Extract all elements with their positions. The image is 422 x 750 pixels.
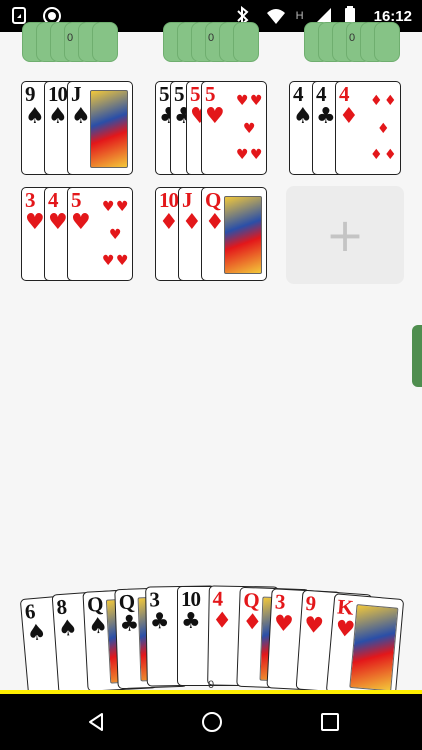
card-suit-icon: ♠ — [25, 620, 48, 647]
opponent-hand-1: 0 — [22, 22, 118, 62]
player-hand: 6♠♠♠♠♠♠8♠♠♠♠♠♠Q♠Q♣3♣♣♣♣♣♣10♣♣♣♣♣♣4♦♦♦♦♦♦… — [0, 585, 422, 699]
card-suit-icon: ♣ — [181, 609, 201, 634]
card-pip-icon: ♥ — [109, 227, 122, 243]
card-rank: 4 — [48, 188, 58, 212]
meld-2[interactable]: 5♣♣♣♣♣♣5♣♣♣♣♣♣5♥♥♥♥♥♥5♥♥♥♥♥♥ — [155, 81, 267, 175]
card-rank: Q — [205, 188, 221, 212]
plus-icon: + — [325, 208, 365, 262]
card-pip-icon: ♥ — [243, 121, 256, 137]
opponent-card-count: 0 — [348, 32, 356, 44]
card-suit-icon: ♥ — [71, 210, 91, 235]
opponent-card-count: 0 — [66, 32, 74, 44]
card-rank: J — [71, 82, 81, 106]
wifi-icon — [266, 6, 286, 26]
card-pip-icon: ♥ — [236, 147, 249, 163]
playing-card[interactable]: J ♠ — [67, 81, 133, 175]
side-drawer-handle[interactable] — [412, 325, 422, 387]
back-button[interactable] — [82, 708, 110, 736]
meld-5[interactable]: 10♦♦♦♦♦♦J♦♦♦♦♦♦Q♦ — [155, 187, 267, 281]
card-suit-icon: ♦ — [205, 210, 225, 235]
card-suit-icon: ♠ — [87, 613, 109, 640]
card-rank: 3 — [25, 188, 35, 212]
card-rank: 5 — [159, 82, 169, 106]
card-rank: 4 — [212, 586, 223, 611]
card-pip-icon: ♥ — [250, 93, 263, 109]
playing-card[interactable]: 5♥♥♥♥♥♥ — [67, 187, 133, 281]
card-suit-icon: ♦ — [159, 210, 179, 235]
card-suit-icon: ♦ — [339, 104, 359, 129]
add-meld-button[interactable]: + — [286, 186, 404, 284]
card-suit-icon: ♥ — [303, 612, 325, 640]
card-pip-icon: ♦ — [370, 93, 383, 109]
card-suit-icon: ♥ — [48, 210, 68, 235]
card-rank: 4 — [293, 82, 303, 106]
card-pip-icon: ♥ — [116, 199, 129, 215]
card-rank: 9 — [25, 82, 35, 106]
card-rank: Q — [242, 587, 260, 613]
card-suit-icon: ♣ — [149, 609, 170, 635]
navigation-bar — [0, 694, 422, 750]
card-rank: 3 — [149, 587, 160, 612]
card-rank: 9 — [304, 590, 316, 616]
face-card-portrait — [224, 196, 262, 274]
card-pip-icon: ♦ — [370, 147, 383, 163]
card-rank: 5 — [174, 82, 184, 106]
card-suit-icon: ♠ — [57, 615, 79, 643]
card-pip-icon: ♦ — [377, 121, 390, 137]
card-pip-icon: ♥ — [102, 199, 115, 215]
card-suit-icon: ♠ — [71, 104, 91, 129]
card-rank: J — [182, 188, 192, 212]
h-signal-icon: H — [295, 10, 304, 22]
opponent-card-count: 0 — [207, 32, 215, 44]
card-rank: 10 — [159, 188, 179, 212]
card-rank: Q — [118, 589, 135, 615]
face-card-portrait — [90, 90, 128, 168]
card-pip-icon: ♥ — [250, 147, 263, 163]
card-rank: 5 — [205, 82, 215, 106]
card-pip-icon: ♥ — [236, 93, 249, 109]
playing-card[interactable]: 5♥♥♥♥♥♥ — [201, 81, 267, 175]
card-rank: 4 — [316, 82, 326, 106]
card-suit-icon: ♦ — [182, 210, 202, 235]
card-rank: 6 — [23, 599, 36, 624]
card-pip-icon: ♦ — [384, 93, 397, 109]
recents-button[interactable] — [316, 708, 344, 736]
card-suit-icon: ♣ — [119, 611, 140, 638]
card-pip-icon: ♥ — [116, 253, 129, 269]
card-rank: 5 — [71, 188, 81, 212]
card-suit-icon: ♣ — [316, 104, 336, 129]
home-button[interactable] — [198, 708, 226, 736]
card-suit-icon: ♦ — [212, 608, 233, 634]
opponent-hand-2: 0 — [163, 22, 259, 62]
meld-4[interactable]: 3♥♥♥♥♥♥4♥♥♥♥♥♥5♥♥♥♥♥♥ — [21, 187, 133, 281]
card-pip-icon: ♥ — [102, 253, 115, 269]
card-suit-icon: ♠ — [293, 104, 313, 129]
card-rank: 8 — [55, 594, 67, 620]
meld-1[interactable]: 9♠♠♠♠♠♠10♠♠♠♠♠♠J♠ — [21, 81, 133, 175]
playing-card[interactable]: 4♦♦♦♦♦♦ — [335, 81, 401, 175]
card-rank: 10 — [48, 82, 68, 106]
card-suit-icon: ♥ — [25, 210, 45, 235]
card-suit-icon: ♠ — [25, 104, 45, 129]
card-rank: 3 — [274, 589, 286, 614]
card-pip-icon: ♦ — [384, 147, 397, 163]
card-suit-icon: ♠ — [48, 104, 68, 129]
card-rank: Q — [86, 591, 104, 617]
meld-3[interactable]: 4♠♠♠♠♠♠4♣♣♣♣♣♣4♦♦♦♦♦♦ — [289, 81, 401, 175]
opponent-hand-3: 0 — [304, 22, 400, 62]
card-rank: 4 — [339, 82, 349, 106]
card-rank: K — [336, 594, 354, 620]
card-rank: 10 — [181, 587, 201, 611]
card-suit-icon: ♦ — [242, 609, 263, 636]
card-suit-icon: ♥ — [273, 611, 295, 638]
playing-card[interactable]: Q ♦ — [201, 187, 267, 281]
card-suit-icon: ♥ — [205, 104, 225, 129]
card-rank: 5 — [190, 82, 200, 106]
